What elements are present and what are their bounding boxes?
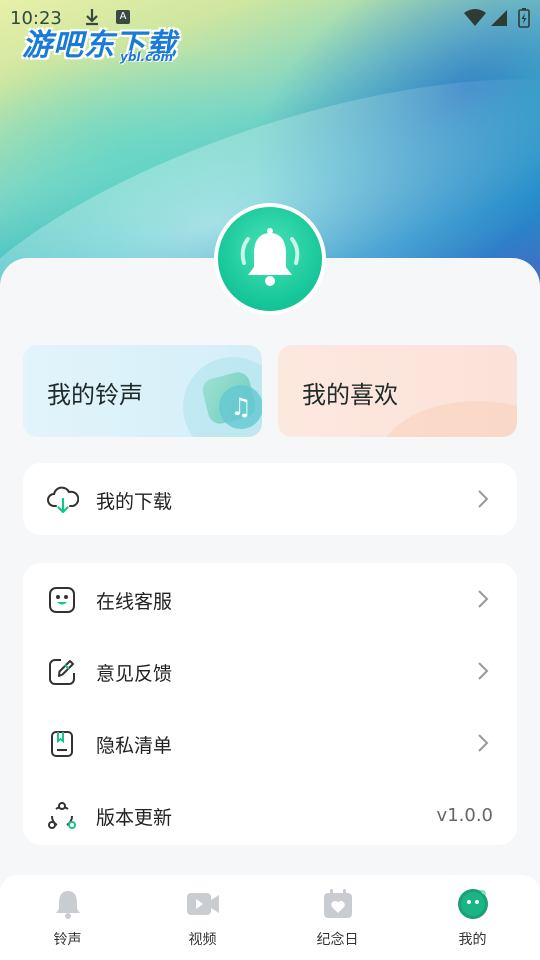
music-note-icon: ♫: [219, 385, 262, 429]
chevron-right-icon: [477, 733, 489, 757]
cloud-download-icon: [47, 485, 80, 515]
video-icon: [185, 887, 221, 925]
battery-icon: [518, 8, 530, 32]
my-ringtones-label: 我的铃声: [47, 381, 143, 409]
profile-icon: [456, 887, 490, 925]
bell-avatar-icon: [240, 228, 300, 286]
menu-item-feedback[interactable]: 意见反馈: [23, 635, 517, 707]
version-update-icon: [47, 801, 77, 831]
tab-profile-label: 我的: [458, 932, 487, 948]
watermark-domain: ybl.com: [120, 50, 173, 64]
avatar[interactable]: [214, 203, 326, 315]
privacy-list-icon: [47, 729, 77, 759]
calendar-heart-icon: [321, 887, 355, 925]
tab-anniversary-label: 纪念日: [316, 932, 359, 948]
my-downloads-row[interactable]: 我的下载: [23, 463, 517, 535]
version-number: v1.0.0: [436, 805, 493, 826]
menu-item-privacy[interactable]: 隐私清单: [23, 707, 517, 779]
tab-anniversary[interactable]: 纪念日: [270, 875, 405, 960]
tab-video[interactable]: 视频: [135, 875, 270, 960]
edit-feedback-icon: [47, 657, 77, 687]
chevron-right-icon: [477, 489, 489, 513]
menu-item-version[interactable]: 版本更新 v1.0.0: [23, 779, 517, 851]
tab-ringtones-label: 铃声: [53, 932, 82, 948]
downloads-panel: 我的下载: [23, 463, 517, 535]
menu-item-privacy-label: 隐私清单: [96, 735, 173, 757]
bottom-tab-bar: 铃声 视频 纪念日 我的: [0, 875, 540, 960]
signal-icon: [490, 9, 508, 31]
menu-item-feedback-label: 意见反馈: [96, 663, 173, 685]
support-face-icon: [47, 585, 77, 615]
tab-profile[interactable]: 我的: [405, 875, 540, 960]
menu-item-support[interactable]: 在线客服: [23, 563, 517, 635]
my-ringtones-card[interactable]: ♫ 我的铃声: [23, 345, 262, 437]
bell-icon: [51, 887, 85, 925]
menu-item-version-label: 版本更新: [96, 807, 173, 829]
wifi-icon: [464, 9, 486, 31]
tab-video-label: 视频: [188, 932, 217, 948]
my-favorites-card[interactable]: 我的喜欢: [278, 345, 517, 437]
tab-ringtones[interactable]: 铃声: [0, 875, 135, 960]
my-downloads-label: 我的下载: [96, 491, 173, 513]
menu-panel: 在线客服 意见反馈 隐私清单 版本更新 v1.0.0: [23, 563, 517, 845]
my-favorites-label: 我的喜欢: [302, 381, 398, 409]
chevron-right-icon: [477, 589, 489, 613]
chevron-right-icon: [477, 661, 489, 685]
menu-item-support-label: 在线客服: [96, 591, 173, 613]
